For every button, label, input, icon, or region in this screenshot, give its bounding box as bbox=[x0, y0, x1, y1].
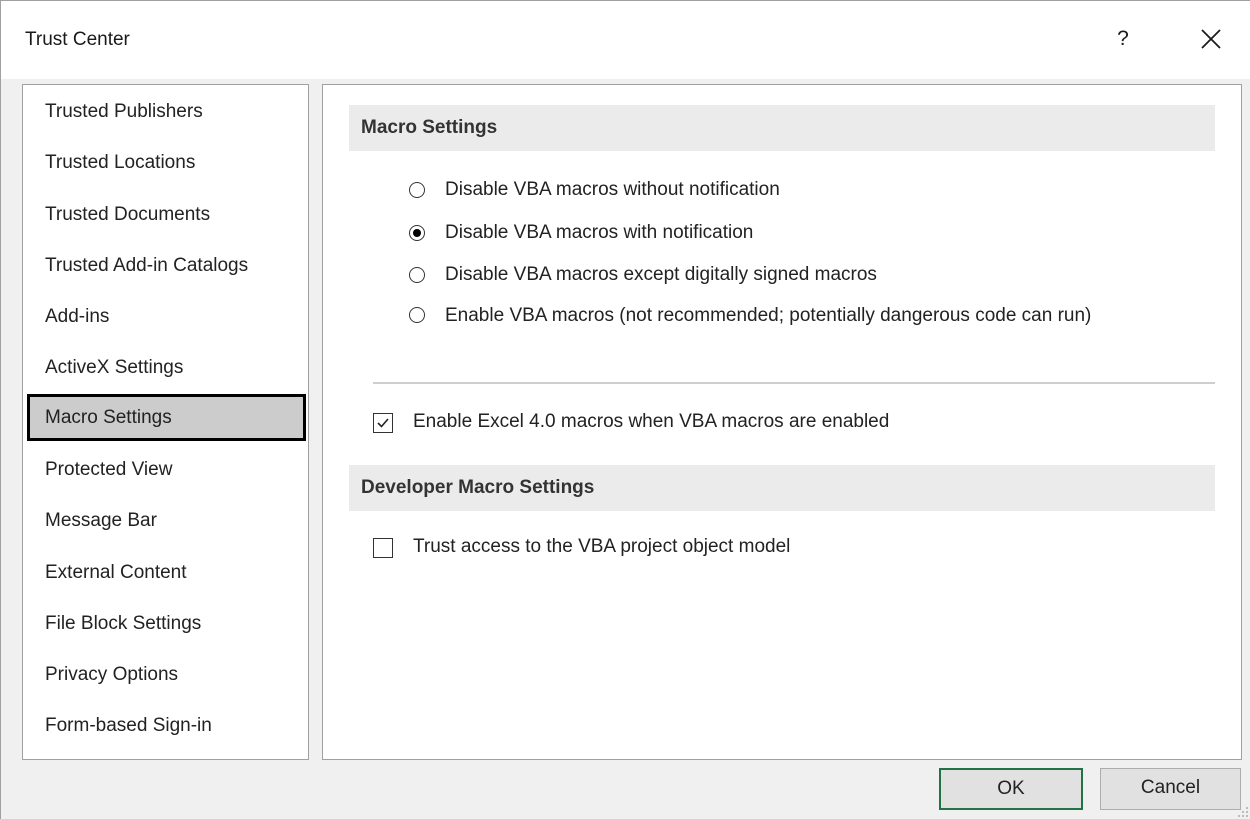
radio-label: Disable VBA macros with notification bbox=[445, 222, 754, 243]
sidebar-item-file-block-settings[interactable]: File Block Settings bbox=[27, 600, 306, 647]
radio-label: Disable VBA macros without notification bbox=[445, 179, 780, 200]
sidebar-item-trusted-add-in-catalogs[interactable]: Trusted Add-in Catalogs bbox=[27, 242, 306, 289]
macro-settings-header: Macro Settings bbox=[349, 105, 1215, 151]
sidebar-item-add-ins[interactable]: Add-ins bbox=[27, 293, 306, 340]
close-icon bbox=[1201, 29, 1221, 49]
resize-grip-icon[interactable] bbox=[1237, 806, 1249, 818]
sidebar-item-activex-settings[interactable]: ActiveX Settings bbox=[27, 344, 306, 391]
sidebar-item-protected-view[interactable]: Protected View bbox=[27, 446, 306, 493]
macro-settings-panel: Macro Settings Disable VBA macros withou… bbox=[322, 84, 1242, 760]
sidebar-item-trusted-publishers[interactable]: Trusted Publishers bbox=[27, 88, 306, 135]
dialog-title: Trust Center bbox=[25, 29, 130, 50]
trust-center-dialog: Trust Center ? Trusted Publishers Truste… bbox=[0, 0, 1250, 819]
checkmark-icon bbox=[377, 418, 389, 428]
radio-button[interactable] bbox=[409, 307, 425, 323]
sidebar-item-trusted-documents[interactable]: Trusted Documents bbox=[27, 191, 306, 238]
title-bar: Trust Center ? bbox=[1, 1, 1250, 79]
developer-macro-settings-header: Developer Macro Settings bbox=[349, 465, 1215, 511]
sidebar-item-message-bar[interactable]: Message Bar bbox=[27, 497, 306, 544]
radio-button[interactable] bbox=[409, 182, 425, 198]
radio-button-selected[interactable] bbox=[409, 225, 425, 241]
radio-label: Enable VBA macros (not recommended; pote… bbox=[445, 305, 1092, 326]
sidebar-item-trusted-locations[interactable]: Trusted Locations bbox=[27, 139, 306, 186]
close-button[interactable] bbox=[1191, 19, 1231, 59]
help-button[interactable]: ? bbox=[1105, 21, 1141, 57]
sidebar: Trusted Publishers Trusted Locations Tru… bbox=[22, 84, 309, 760]
ok-button[interactable]: OK bbox=[939, 768, 1083, 810]
checkbox-label: Trust access to the VBA project object m… bbox=[413, 536, 791, 557]
sidebar-item-macro-settings[interactable]: Macro Settings bbox=[27, 394, 306, 441]
sidebar-item-form-based-sign-in[interactable]: Form-based Sign-in bbox=[27, 702, 306, 749]
radio-button[interactable] bbox=[409, 267, 425, 283]
sidebar-item-privacy-options[interactable]: Privacy Options bbox=[27, 651, 306, 698]
section-divider bbox=[373, 382, 1215, 384]
cancel-button[interactable]: Cancel bbox=[1100, 768, 1241, 810]
checkbox-unchecked[interactable] bbox=[373, 538, 393, 558]
sidebar-item-external-content[interactable]: External Content bbox=[27, 549, 306, 596]
checkbox-label: Enable Excel 4.0 macros when VBA macros … bbox=[413, 411, 890, 432]
radio-label: Disable VBA macros except digitally sign… bbox=[445, 264, 877, 285]
checkbox-checked[interactable] bbox=[373, 413, 393, 433]
